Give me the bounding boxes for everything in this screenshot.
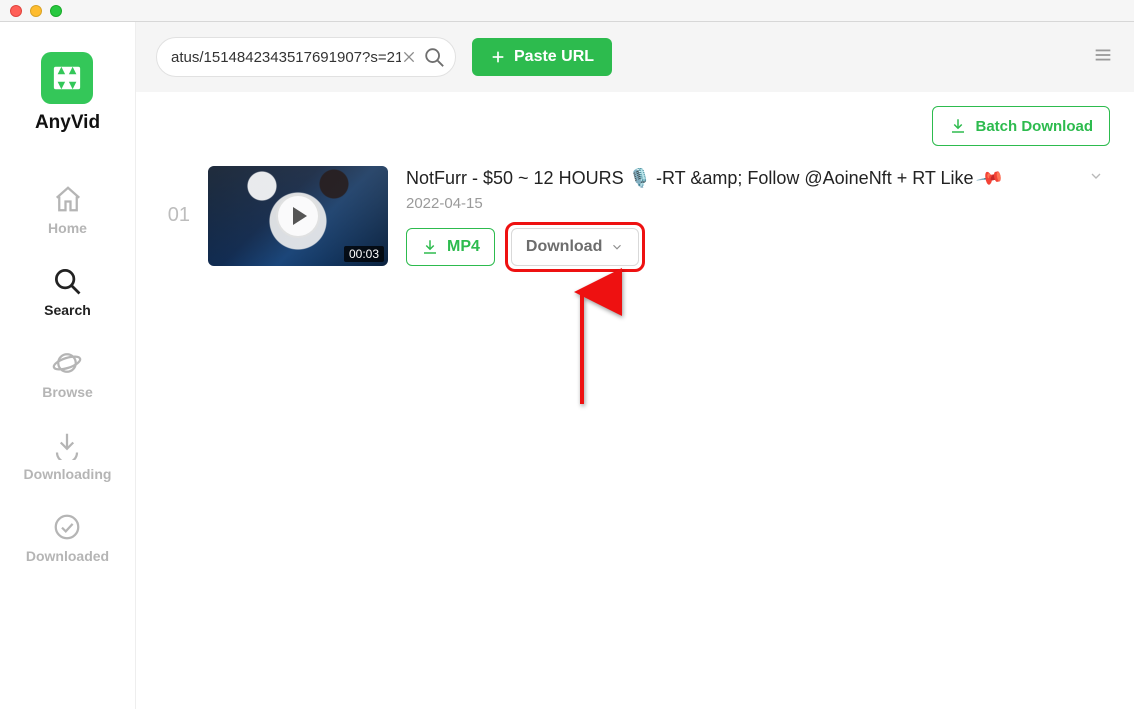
clear-input-button[interactable]	[401, 49, 417, 65]
results-toolbar: Batch Download	[136, 92, 1134, 156]
window-close-button[interactable]	[10, 5, 22, 17]
sidebar-item-home[interactable]: Home	[48, 184, 87, 236]
menu-icon	[1092, 44, 1114, 66]
sidebar-item-label: Search	[44, 302, 91, 318]
window-maximize-button[interactable]	[50, 5, 62, 17]
download-progress-icon	[52, 430, 82, 460]
chevron-down-icon	[610, 240, 624, 254]
title-part: NotFurr - $50 ~ 12 HOURS	[406, 168, 629, 188]
app-logo-block: AnyVid	[35, 52, 100, 134]
mp4-label: MP4	[447, 238, 480, 256]
main-area: Paste URL Batch Download	[136, 22, 1134, 709]
results-list: 01 00:03 NotFurr - $50 ~ 12 HOURS 🎙️ -RT…	[136, 156, 1134, 391]
paste-url-button[interactable]: Paste URL	[472, 38, 612, 76]
collapse-result-button[interactable]	[1088, 168, 1104, 189]
result-item: 01 00:03 NotFurr - $50 ~ 12 HOURS 🎙️ -RT…	[160, 166, 1110, 266]
planet-icon	[52, 348, 82, 378]
sidebar-item-downloading[interactable]: Downloading	[24, 430, 112, 482]
sidebar-item-label: Browse	[42, 384, 93, 400]
download-icon	[949, 117, 967, 135]
batch-download-button[interactable]: Batch Download	[932, 106, 1110, 146]
menu-button[interactable]	[1092, 44, 1114, 71]
app-logo-icon	[52, 63, 82, 93]
download-icon	[421, 238, 439, 256]
search-button[interactable]	[423, 46, 445, 68]
video-title: NotFurr - $50 ~ 12 HOURS 🎙️ -RT &amp; Fo…	[406, 168, 1110, 189]
download-options-button[interactable]: Download	[511, 228, 639, 266]
search-icon	[423, 46, 445, 68]
topbar: Paste URL	[136, 22, 1134, 92]
video-date: 2022-04-15	[406, 195, 1110, 212]
video-duration: 00:03	[344, 246, 384, 262]
play-button[interactable]	[276, 194, 320, 238]
url-input[interactable]	[171, 49, 401, 66]
sidebar-item-label: Downloaded	[26, 548, 109, 564]
download-options-label: Download	[526, 238, 602, 256]
sidebar: AnyVid Home Search	[0, 22, 136, 709]
download-mp4-button[interactable]: MP4	[406, 228, 495, 266]
app-logo	[41, 52, 93, 104]
sidebar-item-downloaded[interactable]: Downloaded	[26, 512, 109, 564]
sidebar-item-label: Home	[48, 220, 87, 236]
app-name: AnyVid	[35, 112, 100, 134]
chevron-down-icon	[1088, 168, 1104, 184]
window-titlebar	[0, 0, 1134, 22]
sidebar-item-browse[interactable]: Browse	[42, 348, 93, 400]
plus-icon	[490, 49, 506, 65]
mic-icon: 🎙️	[629, 168, 651, 188]
home-icon	[53, 184, 83, 214]
sidebar-item-search[interactable]: Search	[44, 266, 91, 318]
result-index: 01	[160, 166, 190, 227]
result-actions: MP4 Download	[406, 228, 1110, 266]
pin-icon: 📌	[975, 168, 1005, 189]
window-minimize-button[interactable]	[30, 5, 42, 17]
url-search-box[interactable]	[156, 37, 456, 77]
batch-download-label: Batch Download	[975, 118, 1093, 135]
close-icon	[401, 49, 417, 65]
result-meta: NotFurr - $50 ~ 12 HOURS 🎙️ -RT &amp; Fo…	[406, 166, 1110, 266]
sidebar-nav: Home Search Browse	[0, 184, 135, 564]
paste-url-label: Paste URL	[514, 48, 594, 66]
arrow-up-icon	[570, 286, 594, 406]
title-part: -RT &amp; Follow @AoineNft + RT Like	[651, 168, 979, 188]
sidebar-item-label: Downloading	[24, 466, 112, 482]
video-thumbnail[interactable]: 00:03	[208, 166, 388, 266]
check-circle-icon	[52, 512, 82, 542]
search-icon	[52, 266, 82, 296]
